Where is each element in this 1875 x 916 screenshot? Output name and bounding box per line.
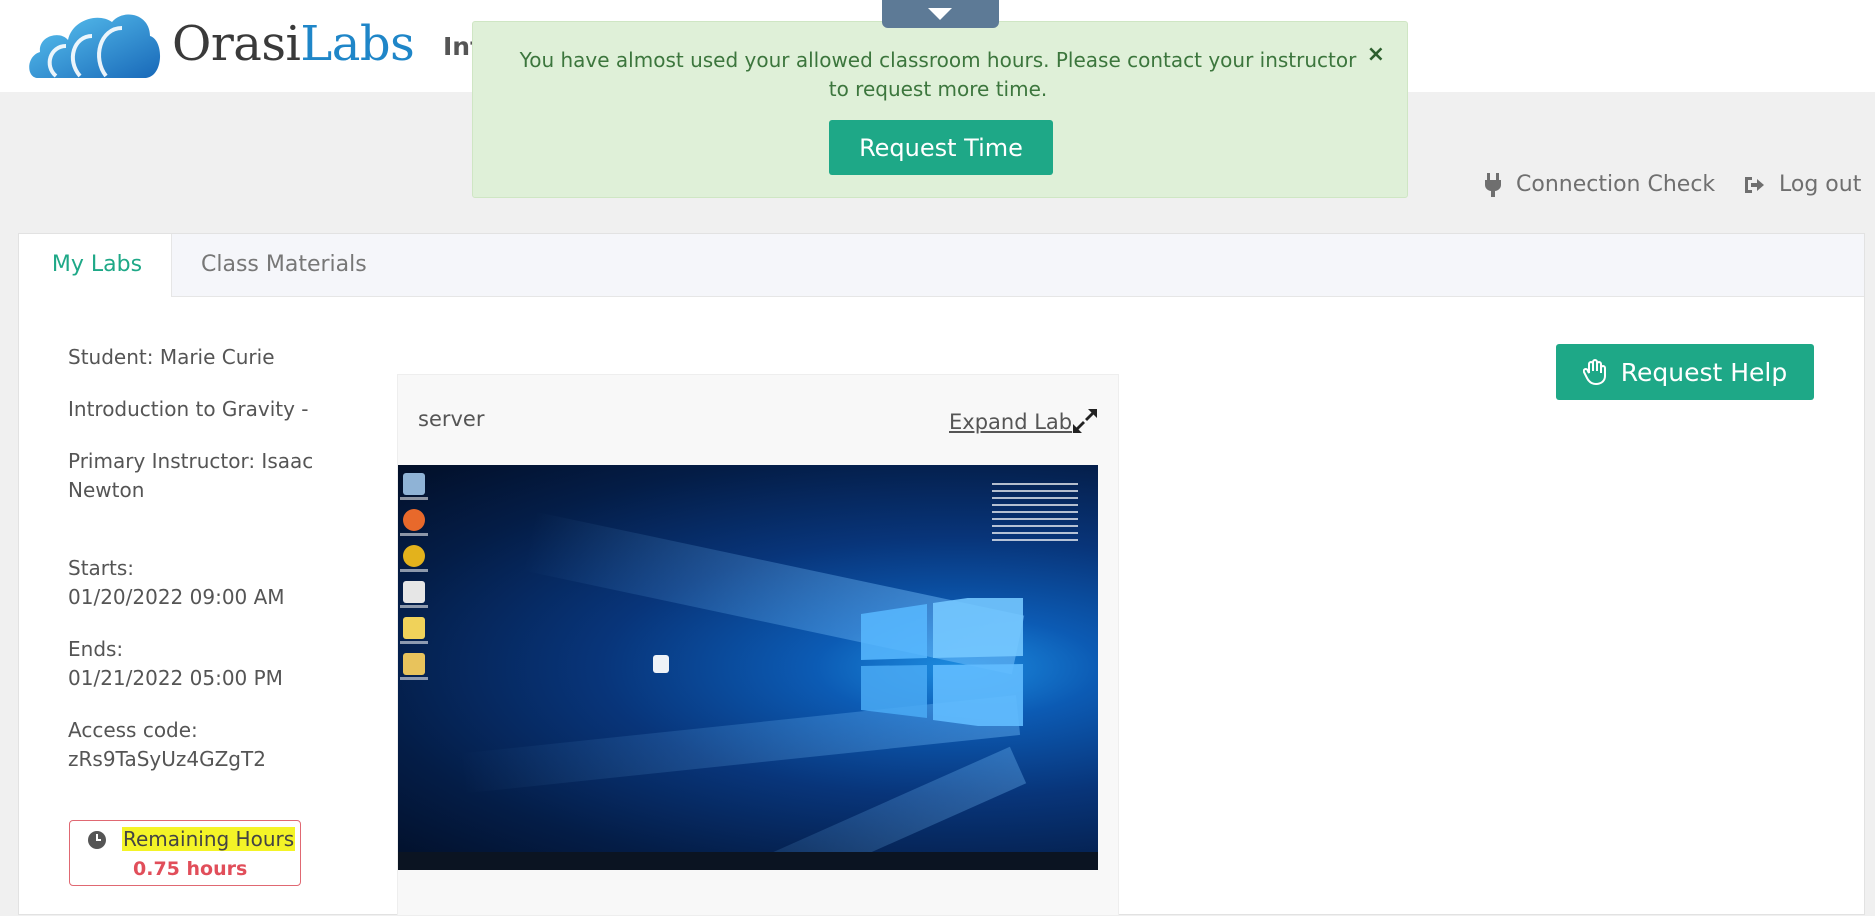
request-help-label: Request Help — [1620, 357, 1788, 387]
folder-icon — [403, 653, 425, 675]
cloud-logo-icon — [29, 14, 161, 78]
hours-warning-alert: You have almost used your allowed classr… — [472, 21, 1408, 198]
toggle-alert-tab[interactable] — [882, 0, 999, 28]
request-help-button[interactable]: Request Help — [1556, 344, 1814, 400]
clock-icon — [88, 831, 106, 849]
expand-arrows-icon[interactable] — [1071, 407, 1099, 435]
acrobat-icon — [403, 581, 425, 603]
tab-class-materials[interactable]: Class Materials — [201, 234, 367, 296]
firefox-icon — [403, 509, 425, 531]
close-icon[interactable]: × — [1367, 42, 1385, 67]
chrome-icon — [403, 545, 425, 567]
access-code-label: Access code: — [68, 718, 198, 742]
student-name: Student: Marie Curie — [68, 345, 275, 369]
recycle-bin-icon — [403, 473, 425, 495]
plug-icon — [1485, 172, 1501, 197]
instructor-name: Primary Instructor: Isaac Newton — [68, 449, 314, 502]
remaining-hours-box: Remaining Hours 0.75 hours — [69, 820, 301, 886]
expand-lab-link[interactable]: Expand Lab — [949, 410, 1072, 434]
remaining-hours-label: Remaining Hours — [122, 827, 296, 851]
main-panel: My Labs Class Materials Student: Marie C… — [18, 233, 1865, 916]
brand-name: OrasiLabs — [172, 16, 415, 72]
lab-card: server Expand Lab — [397, 374, 1119, 916]
ends-label: Ends: — [68, 637, 124, 661]
brand-name-part2: Labs — [300, 16, 415, 72]
lab-name: server — [418, 407, 485, 431]
sign-out-icon — [1745, 176, 1764, 193]
vm-taskbar[interactable] — [398, 852, 1098, 870]
file-icon — [653, 655, 669, 673]
hand-icon — [1582, 359, 1606, 385]
request-time-button[interactable]: Request Time — [829, 120, 1053, 175]
orasilabs-logo[interactable]: OrasiLabs — [26, 4, 415, 84]
alert-message: You have almost used your allowed classr… — [519, 48, 1357, 101]
tab-my-labs[interactable]: My Labs — [19, 234, 172, 297]
shortcut-icon — [403, 617, 425, 639]
connection-check-link[interactable]: Connection Check — [1484, 172, 1715, 197]
starts-label: Starts: — [68, 556, 135, 580]
windows-logo-icon — [861, 598, 1023, 726]
system-info-overlay — [992, 483, 1078, 546]
ends-value: 01/21/2022 05:00 PM — [68, 666, 283, 690]
lab-vm-screen[interactable] — [398, 465, 1098, 870]
logout-link[interactable]: Log out — [1743, 172, 1861, 197]
caret-down-icon — [928, 8, 952, 20]
course-name: Introduction to Gravity - — [68, 397, 309, 421]
access-code-value: zRs9TaSyUz4GZgT2 — [68, 747, 266, 771]
logout-label: Log out — [1779, 172, 1862, 197]
connection-check-label: Connection Check — [1516, 172, 1716, 197]
starts-value: 01/20/2022 09:00 AM — [68, 585, 285, 609]
tab-bar: My Labs Class Materials — [19, 234, 1864, 297]
remaining-hours-value: 0.75 hours — [133, 858, 248, 880]
brand-name-part1: Orasi — [172, 16, 301, 72]
